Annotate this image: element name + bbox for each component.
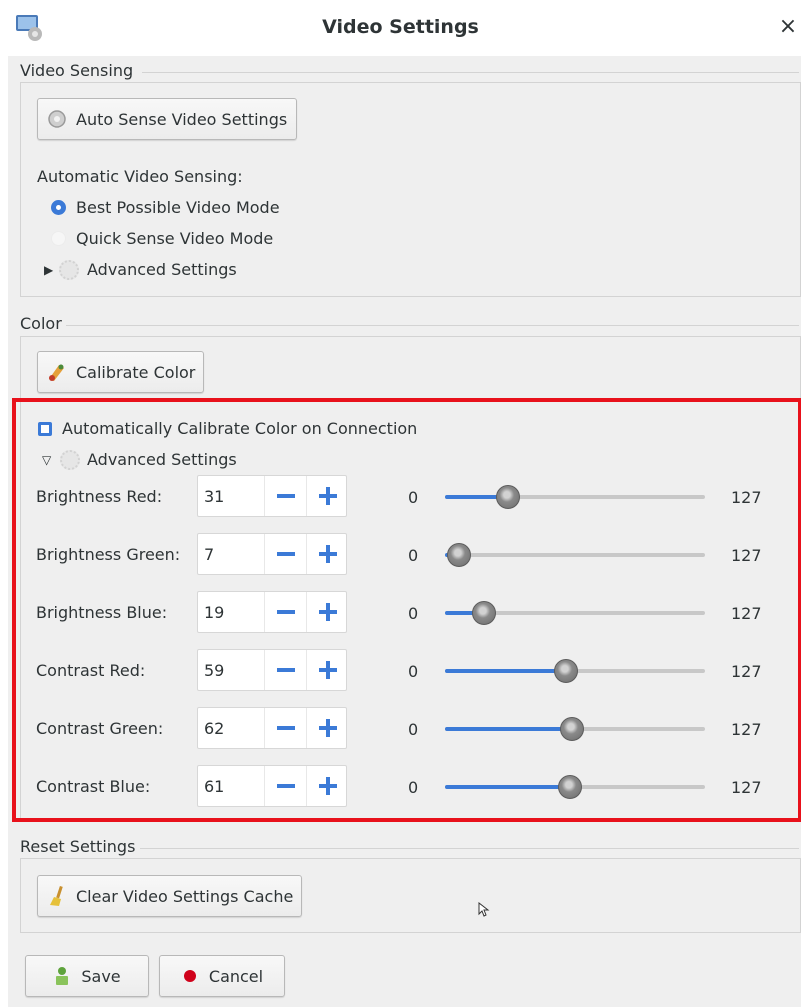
window-title: Video Settings — [322, 16, 479, 38]
mouse-cursor-icon — [478, 902, 490, 917]
save-label: Save — [81, 966, 121, 986]
automatic-video-sensing-label: Automatic Video Sensing: — [37, 167, 243, 186]
calibrate-color-label: Calibrate Color — [76, 362, 196, 382]
cancel-dot-icon — [183, 970, 196, 982]
expand-arrow-icon[interactable]: ▶ — [44, 263, 53, 277]
video-advanced-settings-expander[interactable]: Advanced Settings — [87, 260, 237, 279]
video-sensing-group-label: Video Sensing — [20, 61, 134, 80]
palette-icon — [49, 364, 64, 381]
close-icon[interactable]: × — [777, 14, 799, 40]
calibrate-color-button[interactable]: Calibrate Color — [37, 351, 204, 393]
gear-icon — [59, 260, 79, 280]
auto-sense-icon — [48, 110, 66, 128]
broom-icon — [50, 885, 63, 906]
best-possible-video-mode-label[interactable]: Best Possible Video Mode — [76, 198, 280, 217]
group-separator — [142, 72, 799, 73]
color-group-label: Color — [20, 314, 62, 333]
group-separator — [140, 848, 799, 849]
group-separator — [66, 325, 799, 326]
cancel-button[interactable]: Cancel — [159, 955, 285, 997]
clear-video-settings-cache-button[interactable]: Clear Video Settings Cache — [37, 875, 302, 917]
auto-sense-video-settings-button[interactable]: Auto Sense Video Settings — [37, 98, 297, 140]
reset-settings-group-label: Reset Settings — [20, 837, 136, 856]
quick-sense-video-mode-radio[interactable] — [51, 231, 66, 246]
title-bar: Video Settings × — [0, 0, 801, 56]
best-possible-video-mode-radio[interactable] — [51, 200, 66, 215]
auto-sense-label: Auto Sense Video Settings — [76, 109, 288, 129]
highlight-box — [12, 398, 801, 822]
cancel-label: Cancel — [208, 966, 264, 986]
save-icon — [56, 967, 69, 985]
clear-cache-label: Clear Video Settings Cache — [76, 886, 294, 906]
save-button[interactable]: Save — [25, 955, 149, 997]
quick-sense-video-mode-label[interactable]: Quick Sense Video Mode — [76, 229, 273, 248]
